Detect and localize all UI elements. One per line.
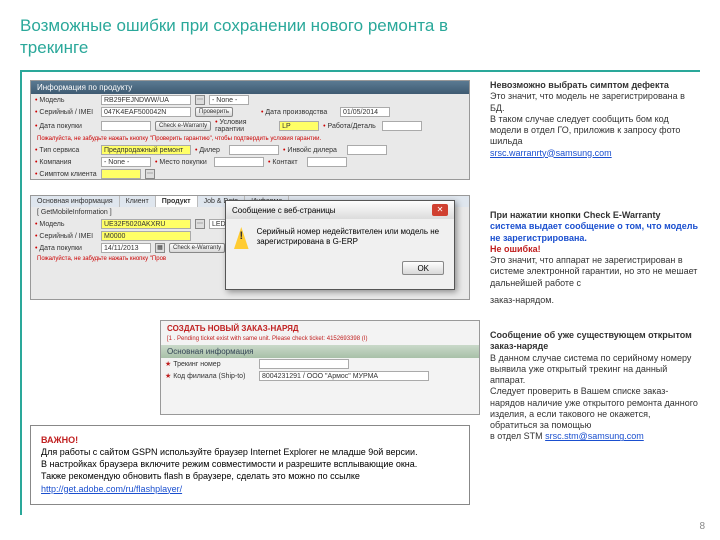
- stm-email-link[interactable]: srsc.stm@samsung.com: [545, 431, 644, 441]
- explanation-text: заказ-нарядом.: [490, 295, 700, 306]
- tab-product[interactable]: Продукт: [156, 196, 198, 207]
- explanation-text: Следует проверить в Вашем списке заказ-н…: [490, 386, 700, 431]
- warranty-label: Условия гарантии: [215, 119, 275, 133]
- contact-label: Контакт: [268, 159, 303, 166]
- serial-label: Серийный / IMEI: [35, 109, 97, 116]
- serial-input[interactable]: M0000: [101, 231, 191, 241]
- close-icon[interactable]: ✕: [432, 204, 448, 216]
- calendar-icon[interactable]: ▦: [155, 243, 165, 253]
- important-line: Также рекомендую обновить flash в браузе…: [41, 470, 459, 482]
- explanation-subhead: система выдает сообщение о том, что моде…: [490, 221, 700, 244]
- important-line: Для работы с сайтом GSPN используйте бра…: [41, 446, 459, 458]
- dealer-invoice-input[interactable]: [347, 145, 387, 155]
- symptom-input[interactable]: [101, 169, 141, 179]
- ok-button[interactable]: OK: [402, 261, 444, 275]
- lookup-icon[interactable]: ⋯: [195, 95, 205, 105]
- explanation-text: в отдел STM: [490, 431, 545, 441]
- tracking-input[interactable]: [259, 359, 349, 369]
- buyplace-input[interactable]: [214, 157, 264, 167]
- explanation-text: Это значит, что аппарат не зарегистриров…: [490, 255, 700, 289]
- explanation-existing-order: Сообщение об уже существующем открытом з…: [490, 330, 700, 443]
- mfg-date-input[interactable]: 01/05/2014: [340, 107, 390, 117]
- not-error-label: Не ошибка!: [490, 244, 700, 255]
- explanation-ewarranty: При нажатии кнопки Check E-Warranty сист…: [490, 210, 700, 306]
- panel-header: Информация по продукту: [31, 81, 469, 94]
- screenshot-create-order: СОЗДАТЬ НОВЫЙ ЗАКАЗ-НАРЯД [1 . Pending t…: [160, 320, 480, 415]
- page-number: 8: [699, 521, 705, 532]
- model-input[interactable]: UE32F5020AKXRU: [101, 219, 191, 229]
- warranty-input[interactable]: LP: [279, 121, 319, 131]
- serial-label: Серийный / IMEI: [35, 233, 97, 240]
- svc-type-label: Тип сервиса: [35, 147, 97, 154]
- warranty-email-link[interactable]: srsc.warranrty@samsung.com: [490, 148, 612, 158]
- model-input[interactable]: RB29FEJNDWW/UA: [101, 95, 191, 105]
- explanation-heading: Невозможно выбрать симптом дефекта: [490, 80, 700, 91]
- check-ewarranty-button[interactable]: Check e-Warranty: [169, 243, 225, 253]
- buy-date-input[interactable]: [101, 121, 151, 131]
- explanation-heading: При нажатии кнопки Check E-Warranty: [490, 210, 700, 221]
- section-header: Основная информация: [161, 345, 479, 358]
- model-label: Модель: [35, 221, 97, 228]
- buyplace-label: Место покупки: [155, 159, 210, 166]
- tab-client[interactable]: Клиент: [120, 196, 156, 207]
- buy-date-label: Дата покупки: [35, 123, 97, 130]
- screenshot-product-info: Информация по продукту Модель RB29FEJNDW…: [30, 80, 470, 180]
- company-label: Компания: [35, 159, 97, 166]
- webpage-message-dialog: Сообщение с веб-страницы ✕ Серийный номе…: [225, 200, 455, 290]
- explanation-text: В таком случае следует сообщить бом код …: [490, 114, 700, 148]
- dealer-invoice-label: Инвойс дилера: [283, 147, 343, 154]
- verify-button[interactable]: Проверить: [195, 107, 233, 117]
- dealer-input[interactable]: [229, 145, 279, 155]
- buy-date-label: Дата покупки: [35, 245, 97, 252]
- svc-type-input[interactable]: Предпродажный ремонт: [101, 145, 191, 155]
- mfg-date-label: Дата производства: [261, 109, 336, 116]
- lookup-icon[interactable]: ⋯: [195, 219, 205, 229]
- explanation-text: Это значит, что модель не зарегистрирова…: [490, 91, 700, 114]
- dialog-title: Сообщение с веб-страницы: [232, 206, 336, 215]
- tracking-label: Трекинг номер: [165, 360, 255, 368]
- contact-input[interactable]: [307, 157, 347, 167]
- shipto-input[interactable]: 8004231291 / ООО "Армос" МУРМА: [259, 371, 429, 381]
- model-extra[interactable]: - None -: [209, 95, 249, 105]
- page-title: Возможные ошибки при сохранении нового р…: [20, 15, 520, 59]
- company-input[interactable]: - None -: [101, 157, 151, 167]
- buy-date-input[interactable]: 14/11/2013: [101, 243, 151, 253]
- warranty-warning: Пожалуйста, не забудьте нажать кнопку "П…: [31, 134, 469, 144]
- symptom-label: Симптом клиента: [35, 171, 97, 178]
- check-ewarranty-button[interactable]: Check e-Warranty: [155, 121, 211, 131]
- important-line: В настройках браузера включите режим сов…: [41, 458, 459, 470]
- lookup-icon[interactable]: ⋯: [145, 169, 155, 179]
- flashplayer-link[interactable]: http://get.adobe.com/ru/flashplayer/: [41, 484, 182, 494]
- create-order-title: СОЗДАТЬ НОВЫЙ ЗАКАЗ-НАРЯД: [161, 321, 479, 336]
- warning-icon: [234, 227, 249, 249]
- serial-input[interactable]: 047K4EAF500042N: [101, 107, 191, 117]
- work-input[interactable]: [382, 121, 422, 131]
- dealer-label: Дилер: [195, 147, 225, 154]
- dialog-message: Серийный номер недействителен или модель…: [257, 227, 446, 248]
- tab-main-info[interactable]: Основная информация: [31, 196, 120, 207]
- shipto-label: Код филиала (Ship-to): [165, 372, 255, 380]
- work-label: Работа/Деталь: [323, 123, 378, 130]
- explanation-symptom: Невозможно выбрать симптом дефекта Это з…: [490, 80, 700, 159]
- important-title: ВАЖНО!: [41, 434, 459, 446]
- explanation-heading: Сообщение об уже существующем открытом з…: [490, 330, 700, 353]
- important-note: ВАЖНО! Для работы с сайтом GSPN использу…: [30, 425, 470, 505]
- pending-ticket-warning: [1 . Pending ticket exist with same unit…: [161, 336, 479, 345]
- explanation-text: В данном случае система по серийному ном…: [490, 353, 700, 387]
- model-label: Модель: [35, 97, 97, 104]
